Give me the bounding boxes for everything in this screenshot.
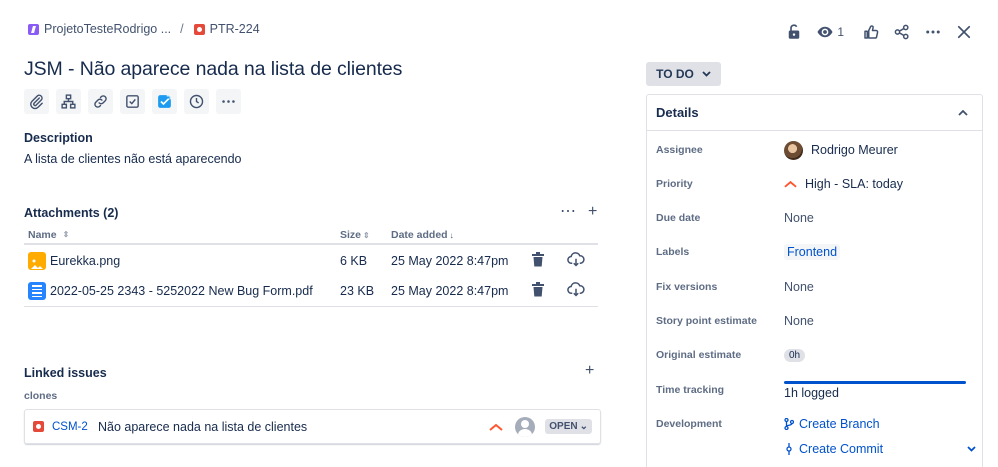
more-icon[interactable]: ⋯ — [560, 204, 576, 220]
column-name[interactable]: Name ⇕ — [24, 229, 340, 241]
field-priority: Priority High - SLA: today — [656, 177, 903, 191]
linked-issue-status[interactable]: OPEN ⌄ — [545, 419, 592, 434]
checklist-app-icon[interactable] — [152, 89, 177, 114]
time-tracking-bar[interactable] — [784, 380, 966, 384]
time-icon[interactable] — [184, 89, 209, 114]
description-heading: Description — [24, 131, 93, 145]
status-button[interactable]: TO DO — [646, 62, 721, 86]
checklist-icon[interactable] — [120, 89, 145, 114]
link-relation: clones — [24, 390, 58, 402]
details-header[interactable]: Details — [647, 95, 982, 131]
label-tag[interactable]: Frontend — [784, 244, 841, 260]
attachment-size: 6 KB — [340, 253, 368, 268]
project-icon — [28, 23, 39, 35]
breadcrumb: ProjetoTesteRodrigo ... / PTR-224 — [28, 22, 260, 36]
field-development: Development Create Branch — [656, 417, 880, 431]
download-icon[interactable] — [567, 282, 585, 300]
thumbs-up-icon[interactable] — [857, 20, 885, 44]
time-tracking-value: 1h logged — [784, 385, 839, 400]
issue-title[interactable]: JSM - Não aparece nada na lista de clien… — [24, 58, 402, 81]
more-icon[interactable] — [216, 89, 241, 114]
link-icon[interactable] — [88, 89, 113, 114]
story-points-value[interactable]: None — [784, 314, 814, 328]
avatar — [784, 140, 803, 160]
field-fix-versions: Fix versions None — [656, 280, 814, 294]
add-link-icon[interactable]: + — [585, 362, 594, 380]
chevron-down-icon — [702, 71, 711, 77]
attachments-actions: ⋯ + — [560, 204, 597, 220]
field-labels: Labels Frontend — [656, 241, 841, 263]
document-file-icon — [28, 282, 46, 300]
estimate-value[interactable]: 0h — [784, 348, 806, 362]
eye-icon[interactable] — [811, 20, 839, 44]
attachment-date: 25 May 2022 8:47pm — [391, 253, 509, 268]
attachment-name[interactable]: 2022-05-25 2343 - 5252022 New Bug Form.p… — [50, 284, 313, 298]
breadcrumb-issue[interactable]: PTR-224 — [193, 22, 260, 36]
breadcrumb-issue-key[interactable]: PTR-224 — [210, 22, 260, 36]
more-icon[interactable] — [919, 20, 947, 44]
avatar — [515, 416, 536, 437]
linked-issue-card[interactable]: CSM-2 Não aparece nada na lista de clien… — [24, 409, 601, 444]
status-label[interactable]: TO DO — [656, 67, 694, 81]
branch-icon — [784, 418, 794, 430]
column-size[interactable]: Size ⇕ — [340, 229, 391, 241]
priority-high-icon — [489, 420, 503, 434]
attach-icon[interactable] — [24, 89, 49, 114]
trash-icon[interactable] — [531, 251, 545, 270]
field-time-tracking: Time tracking 1h logged — [656, 375, 966, 405]
chevron-down-icon: ⌄ — [579, 421, 588, 432]
breadcrumb-project[interactable]: ProjetoTesteRodrigo ... — [28, 22, 171, 36]
attachments-table: Name ⇕ Size ⇕ Date added ↓ Eurekka.png 6 KB… — [24, 226, 598, 307]
attachment-size: 23 KB — [340, 284, 375, 298]
create-branch-link[interactable]: Create Branch — [799, 417, 880, 431]
description-text[interactable]: A lista de clientes não está aparecendo — [24, 152, 242, 166]
priority-high-icon — [784, 180, 797, 188]
chevron-down-icon[interactable] — [967, 446, 976, 452]
field-story-points: Story point estimate None — [656, 314, 814, 328]
sort-icon: ⇕ — [62, 230, 70, 239]
column-date[interactable]: Date added ↓ — [391, 229, 529, 241]
bug-icon — [33, 421, 44, 432]
linked-issues-heading: Linked issues — [24, 366, 107, 380]
close-icon[interactable] — [950, 20, 978, 44]
attachment-name[interactable]: Eurekka.png — [50, 254, 120, 268]
download-icon[interactable] — [567, 251, 585, 270]
issue-actions: 1 — [777, 20, 978, 44]
create-commit-link[interactable]: Create Commit — [799, 442, 883, 456]
field-development-commit: Create Commit — [784, 438, 976, 460]
attachments-heading: Attachments (2) — [24, 206, 119, 220]
table-row[interactable]: 2022-05-25 2343 - 5252022 New Bug Form.p… — [24, 276, 598, 307]
bug-icon — [193, 23, 205, 35]
chevron-up-icon[interactable] — [958, 109, 968, 116]
priority-value[interactable]: High - SLA: today — [805, 177, 903, 191]
watch-count: 1 — [837, 25, 844, 39]
field-due-date: Due date None — [656, 211, 814, 225]
table-header: Name ⇕ Size ⇕ Date added ↓ — [24, 226, 598, 245]
attachment-date: 25 May 2022 8:47pm — [391, 284, 509, 298]
commit-icon — [786, 443, 792, 455]
child-issue-icon[interactable] — [56, 89, 81, 114]
breadcrumb-project-label[interactable]: ProjetoTesteRodrigo ... — [44, 22, 171, 36]
fix-versions-value[interactable]: None — [784, 280, 814, 294]
table-row[interactable]: Eurekka.png 6 KB 25 May 2022 8:47pm — [24, 245, 598, 276]
field-original-estimate: Original estimate 0h — [656, 344, 806, 366]
linked-issue-key[interactable]: CSM-2 — [52, 421, 98, 433]
image-file-icon — [28, 251, 46, 270]
issue-toolbar — [24, 89, 241, 114]
sort-icon: ⇕ — [363, 230, 370, 240]
breadcrumb-separator: / — [180, 22, 184, 36]
trash-icon[interactable] — [531, 282, 545, 300]
assignee-value[interactable]: Rodrigo Meurer — [811, 143, 898, 157]
details-heading: Details — [656, 105, 699, 120]
linked-issue-summary[interactable]: Não aparece nada na lista de clientes — [98, 420, 489, 434]
due-date-value[interactable]: None — [784, 211, 814, 225]
field-assignee: Assignee Rodrigo Meurer — [656, 139, 898, 161]
unlock-icon[interactable] — [780, 20, 808, 44]
sort-desc-icon: ↓ — [449, 230, 454, 240]
details-panel: Details Assignee Rodrigo Meurer Priority… — [646, 94, 983, 467]
add-icon[interactable]: + — [588, 204, 597, 220]
share-icon[interactable] — [888, 20, 916, 44]
